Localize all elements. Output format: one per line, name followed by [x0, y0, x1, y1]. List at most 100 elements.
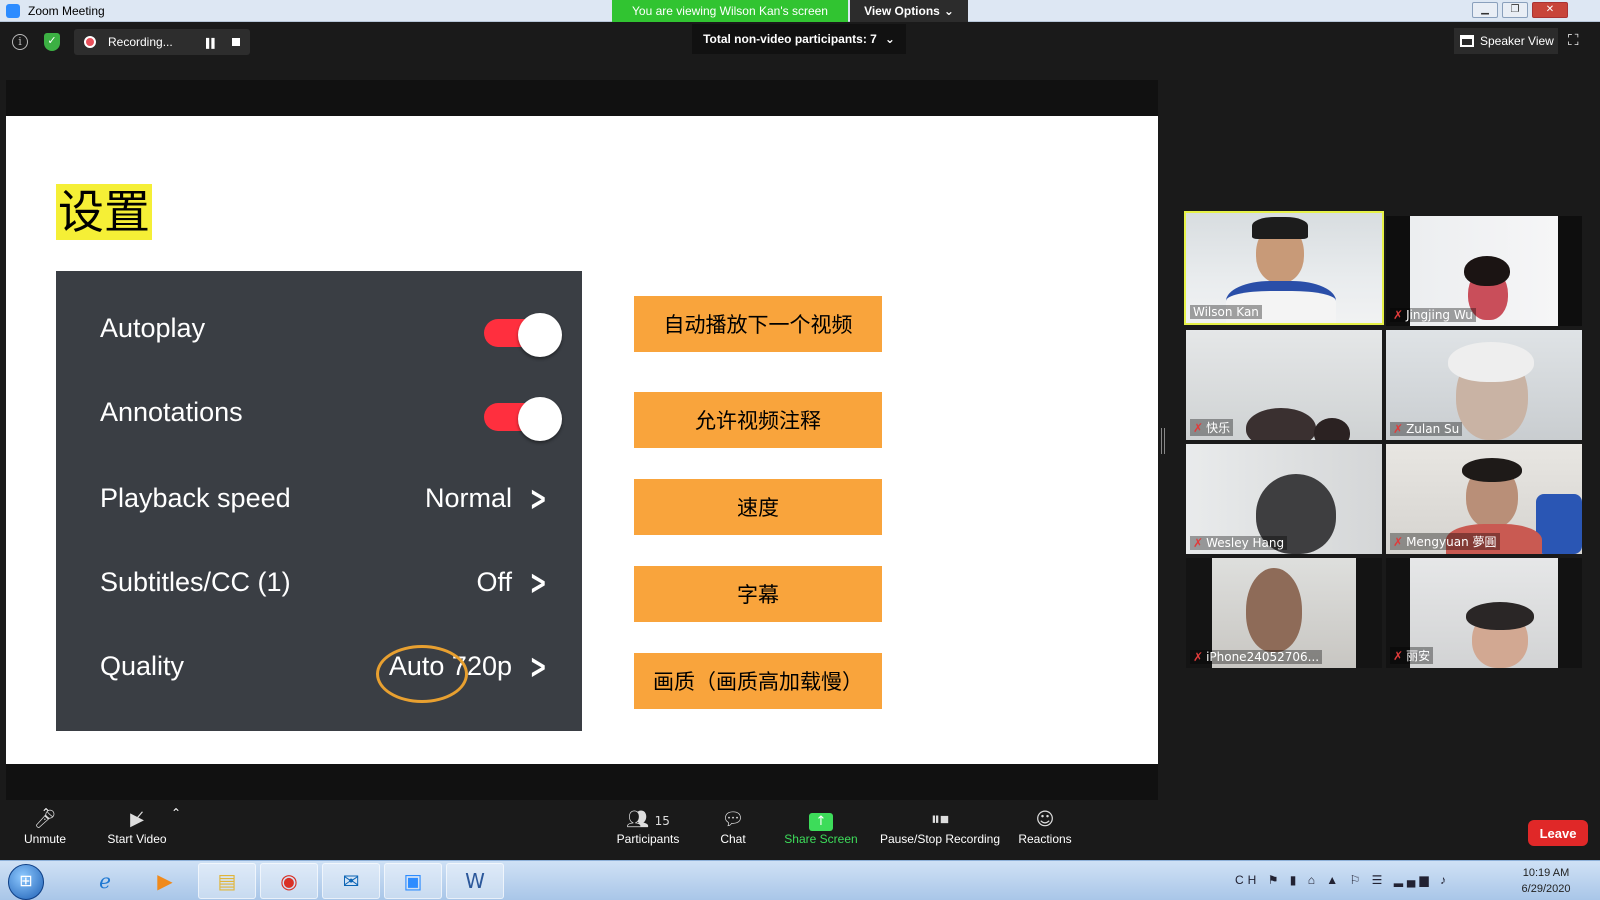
media-player-icon[interactable]: ▶ [136, 863, 194, 899]
reactions-label: Reactions [1018, 832, 1072, 846]
share-screen-icon: ↑ [809, 813, 833, 831]
restore-button[interactable]: ❐ [1502, 2, 1528, 18]
video-tile[interactable]: ✗ Zulan Su [1386, 330, 1582, 440]
word-icon[interactable]: W [446, 863, 504, 899]
participant-name: ✗ 丽安 [1390, 647, 1434, 664]
chevron-right-icon: > [529, 479, 547, 519]
participant-name: ✗ Zulan Su [1390, 422, 1463, 436]
slide-title: 设置 [56, 184, 152, 240]
leave-button[interactable]: Leave [1528, 820, 1588, 846]
outlook-icon[interactable]: ✉ [322, 863, 380, 899]
muted-mic-icon: ✗ [1193, 650, 1204, 664]
chat-label: Chat [720, 832, 746, 846]
muted-mic-icon: ✗ [1393, 308, 1404, 322]
start-button[interactable]: ⊞ [8, 864, 44, 900]
video-tile[interactable]: ✗ 丽安 [1386, 558, 1582, 668]
pause-recording-icon[interactable]: ▌▌ [206, 38, 218, 48]
video-tile[interactable]: Wilson Kan [1184, 211, 1384, 325]
chevron-down-icon: ⌄ [943, 4, 954, 18]
setting-row-subtitles: Subtitles/CC (1) Off > [56, 553, 582, 613]
muted-mic-icon: ✗ [1193, 421, 1204, 435]
windows-logo-icon: ⊞ [19, 873, 33, 890]
chevron-right-icon: > [529, 563, 547, 603]
stop-recording-icon[interactable] [232, 38, 240, 46]
setting-label: Quality [100, 651, 185, 681]
muted-mic-icon: ✗ [1393, 535, 1404, 549]
participants-count: 15 [654, 814, 670, 828]
non-video-participants-label: Total non-video participants: 7 [703, 32, 877, 46]
participant-name: Wilson Kan [1190, 305, 1262, 319]
audio-options-caret[interactable]: ⌃ [36, 806, 56, 820]
start-video-label: Start Video [107, 832, 167, 846]
pause-stop-recording-button[interactable]: ⏸︎⏹︎ Pause/Stop Recording [878, 808, 1002, 846]
meeting-top-bar: i ✓ Recording... ▌▌ Total non-video part… [0, 22, 1600, 80]
pause-stop-recording-icon: ⏸︎⏹︎ [931, 809, 949, 830]
video-options-caret[interactable]: ⌃ [166, 806, 186, 820]
share-screen-button[interactable]: ↑ Share Screen [776, 808, 866, 846]
participant-name: ✗ 快乐 [1190, 419, 1234, 436]
zoom-taskbar-icon[interactable]: ▣ [384, 863, 442, 899]
chat-icon: 💬︎ [721, 809, 745, 830]
meeting-info-icon[interactable]: i [12, 34, 28, 50]
share-screen-label: Share Screen [784, 832, 858, 846]
note-speed: 速度 [634, 479, 882, 535]
non-video-participants-dropdown[interactable]: Total non-video participants: 7 ⌄ [692, 24, 906, 54]
system-tray: CH ⚑ ▮ ⌂ ▲ ⚐ ☰ ▂▄▆ ♪ [1235, 873, 1450, 887]
view-options-button[interactable]: View Options ⌄ [850, 0, 968, 22]
setting-row-quality: Quality Auto 720p > [56, 637, 582, 697]
restore-icon: ❐ [1510, 4, 1520, 15]
note-autoplay: 自动播放下一个视频 [634, 296, 882, 352]
participants-label: Participants [616, 832, 680, 846]
setting-value: Off [476, 567, 512, 597]
note-annotations: 允许视频注释 [634, 392, 882, 448]
encryption-shield-icon[interactable]: ✓ [44, 33, 60, 51]
close-button[interactable]: ✕ [1532, 2, 1568, 18]
clock-time: 10:19 AM [1522, 867, 1570, 879]
setting-label: Annotations [100, 397, 243, 427]
reactions-icon: ☺︎ [1035, 809, 1055, 830]
setting-label: Autoplay [100, 313, 206, 343]
participants-button[interactable]: 👥︎ 15 Participants [603, 808, 693, 846]
setting-value: Normal [424, 483, 512, 513]
video-settings-panel: Autoplay Annotations Playback speed Norm… [56, 271, 582, 731]
note-quality: 画质（画质高加载慢） [634, 653, 882, 709]
chevron-down-icon: ⌄ [884, 32, 895, 46]
meeting-toolbar: 🎤︎ Unmute ⌃ ▶︎̸ Start Video ⌃ 👥︎ 15 Part… [0, 800, 1600, 858]
view-options-label: View Options [864, 4, 940, 18]
chat-button[interactable]: 💬︎ Chat [688, 808, 778, 846]
internet-explorer-icon[interactable]: ℯ [76, 863, 134, 899]
chevron-right-icon: > [529, 647, 547, 687]
speaker-view-button[interactable]: Speaker View [1454, 28, 1558, 54]
video-tile[interactable]: ✗ Mengyuan 夢圓 [1386, 444, 1582, 554]
muted-mic-icon: ✗ [1193, 536, 1204, 550]
presentation-slide: 设置 Autoplay Annotations Playback speed N… [6, 116, 1158, 764]
file-explorer-icon[interactable]: ▤ [198, 863, 256, 899]
chevron-up-icon: ⌃ [40, 806, 52, 820]
speaker-view-label: Speaker View [1480, 34, 1554, 48]
panel-resize-handle[interactable] [1161, 428, 1165, 454]
chrome-icon[interactable]: ◉ [260, 863, 318, 899]
fullscreen-icon[interactable]: ⛶ [1568, 32, 1584, 49]
setting-row-annotations: Annotations [56, 383, 582, 443]
taskbar-clock[interactable]: 10:19 AM 6/29/2020 [1510, 865, 1582, 897]
video-tile[interactable]: ✗ Jingjing Wu [1386, 216, 1582, 326]
muted-mic-icon: ✗ [1393, 422, 1404, 436]
video-tile[interactable]: ✗ Wesley Hang [1186, 444, 1382, 554]
muted-mic-icon: ✗ [1393, 649, 1404, 663]
language-indicator[interactable]: CH [1235, 873, 1260, 887]
setting-row-autoplay: Autoplay [56, 299, 582, 359]
zoom-app-icon [6, 3, 20, 18]
minimize-button[interactable]: ▁ [1472, 2, 1498, 18]
participant-name: ✗ Mengyuan 夢圓 [1390, 533, 1500, 550]
zoom-window: Zoom Meeting You are viewing Wilson Kan'… [0, 0, 1600, 900]
recording-label: Recording... [108, 35, 173, 49]
setting-label: Playback speed [100, 483, 291, 513]
setting-row-playback-speed: Playback speed Normal > [56, 469, 582, 529]
tray-icons: ⚑ ▮ ⌂ ▲ ⚐ ☰ ▂▄▆ ♪ [1267, 873, 1450, 887]
recording-indicator: Recording... ▌▌ [74, 29, 250, 55]
annotations-toggle [484, 397, 562, 441]
video-tile[interactable]: ✗ 快乐 [1186, 330, 1382, 440]
reactions-button[interactable]: ☺︎ Reactions [1000, 808, 1090, 846]
participant-name: ✗ Jingjing Wu [1390, 308, 1476, 322]
video-tile[interactable]: ✗ iPhone24052706... [1186, 558, 1382, 668]
